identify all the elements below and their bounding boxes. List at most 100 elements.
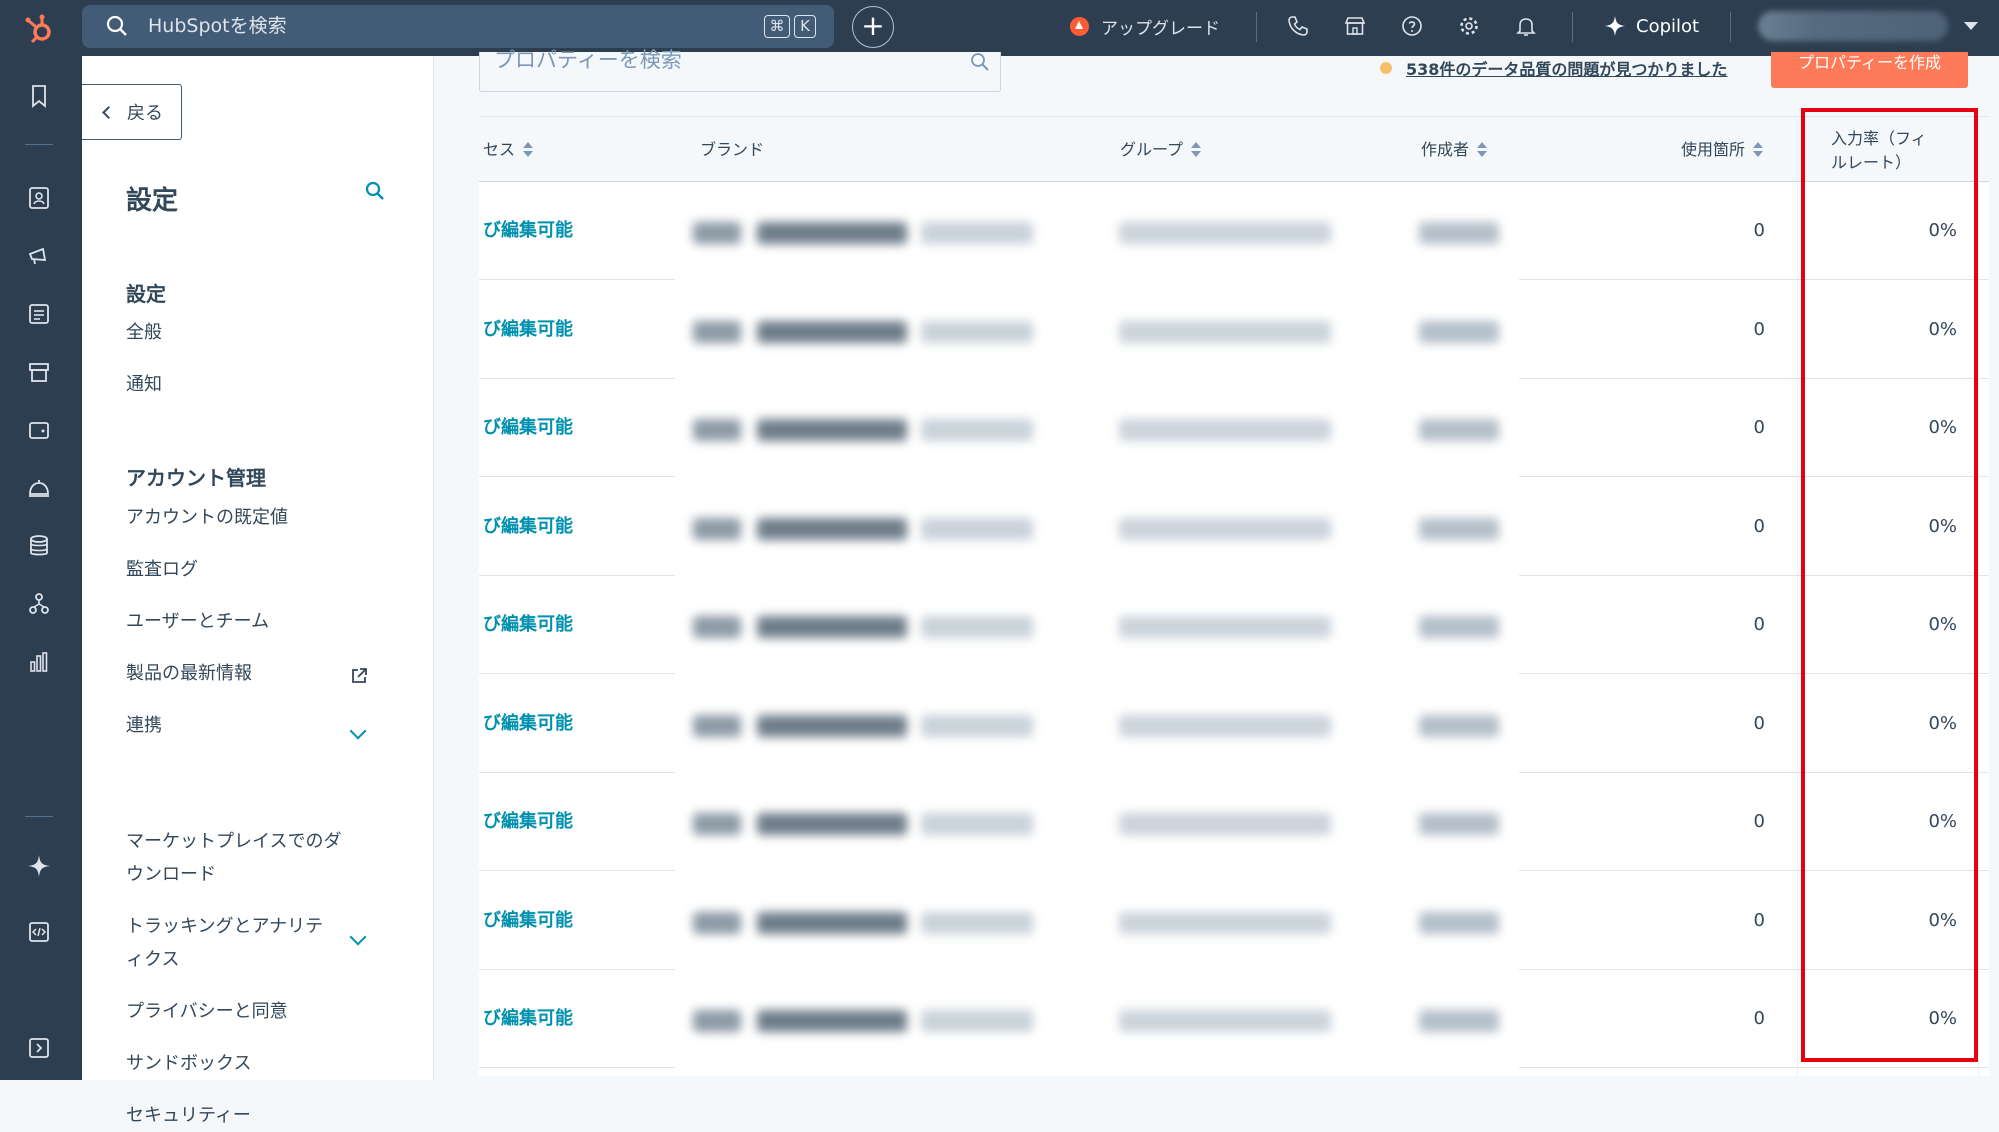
quick-create-button[interactable]: + (852, 6, 894, 48)
column-header-brand: ブランド (700, 117, 764, 183)
menu-item-sandboxes[interactable]: サンドボックス (126, 1048, 251, 1080)
shortcut-k-key: K (794, 15, 816, 38)
redacted-brand-name (757, 714, 907, 737)
service-bell-icon[interactable] (25, 474, 53, 502)
usage-count-cell: 0 (1753, 1008, 1765, 1029)
redacted-brand-name (757, 419, 907, 441)
redacted-creator (1419, 813, 1499, 835)
content-icon[interactable] (25, 300, 53, 328)
redacted-brand-detail (921, 813, 1033, 835)
access-cell[interactable]: び編集可能 (483, 182, 573, 280)
bookmarks-icon[interactable] (25, 82, 53, 110)
marketplace-icon[interactable] (1343, 14, 1367, 38)
table-row: び編集可能 0 0% (479, 478, 1989, 576)
redacted-group (1119, 911, 1331, 934)
section-heading-account-management: アカウント管理 (126, 466, 266, 490)
topbar-divider (1730, 12, 1731, 42)
main-navigation-rail (0, 56, 82, 1080)
menu-item-marketplace-downloads-line1[interactable]: マーケットプレイスでのダ (126, 826, 341, 858)
column-header-usage[interactable]: 使用箇所 (1681, 117, 1764, 183)
redacted-brand-name (757, 517, 907, 540)
menu-item-tracking-analytics-line2[interactable]: ィクス (126, 944, 179, 976)
help-icon[interactable] (1400, 14, 1424, 38)
account-menu-redacted[interactable] (1758, 11, 1948, 41)
create-property-button[interactable]: プロパティーを作成 (1771, 52, 1968, 88)
menu-item-privacy-consent[interactable]: プライバシーと同意 (126, 996, 288, 1028)
access-cell[interactable]: び編集可能 (483, 773, 573, 871)
menu-item-account-defaults[interactable]: アカウントの既定値 (126, 502, 288, 534)
redacted-creator (1419, 320, 1499, 343)
property-search-input[interactable]: プロパティーを検索 (479, 48, 1001, 92)
data-quality-link[interactable]: 538件のデータ品質の問題が見つかりました (1406, 56, 1727, 80)
column-header-access[interactable]: セス (483, 117, 534, 183)
breeze-sparkle-icon[interactable] (25, 852, 53, 880)
sort-icon (523, 142, 534, 158)
phone-icon[interactable] (1286, 14, 1310, 38)
contacts-icon[interactable] (25, 184, 53, 212)
property-search-placeholder: プロパティーを検索 (494, 48, 682, 72)
menu-item-integrations[interactable]: 連携 (126, 710, 162, 742)
account-chevron-down-icon[interactable] (1964, 22, 1978, 30)
copilot-button[interactable]: Copilot (1604, 0, 1699, 52)
redacted-group (1119, 320, 1331, 343)
redacted-group (1119, 616, 1331, 638)
menu-item-tracking-analytics-line1[interactable]: トラッキングとアナリテ (126, 911, 323, 943)
redacted-brand-name (757, 911, 907, 934)
table-row: び編集可能 0 0% (479, 576, 1989, 674)
menu-item-audit-log[interactable]: 監査ログ (126, 554, 198, 586)
redacted-brand-detail (921, 517, 1033, 540)
expand-sidebar-icon[interactable] (25, 1034, 53, 1062)
access-cell[interactable]: び編集可能 (483, 675, 573, 773)
usage-count-cell: 0 (1753, 909, 1765, 931)
external-link-icon (352, 668, 367, 683)
menu-item-marketplace-downloads-line2[interactable]: ウンロード (126, 859, 216, 891)
global-search-bar[interactable]: HubSpotを検索 ⌘ K (82, 5, 834, 48)
access-cell[interactable]: び編集可能 (483, 970, 573, 1068)
copilot-label: Copilot (1636, 15, 1700, 37)
chevron-down-icon[interactable] (349, 928, 367, 946)
redacted-brand-logo (693, 1010, 741, 1032)
redacted-brand-logo (693, 911, 741, 934)
menu-item-security[interactable]: セキュリティー (126, 1100, 251, 1132)
payments-wallet-icon[interactable] (25, 416, 53, 444)
upgrade-button[interactable]: アップグレード (1070, 0, 1220, 52)
automation-icon[interactable] (25, 590, 53, 618)
menu-item-notifications[interactable]: 通知 (126, 369, 162, 401)
access-cell[interactable]: び編集可能 (483, 576, 573, 674)
redacted-creator (1419, 616, 1499, 638)
column-header-group[interactable]: グループ (1120, 117, 1202, 183)
chevron-down-icon[interactable] (349, 722, 367, 740)
data-management-icon[interactable] (25, 532, 53, 560)
row-divider (1519, 1067, 1989, 1068)
settings-gear-icon[interactable] (1457, 14, 1481, 38)
redacted-group (1119, 517, 1331, 540)
column-header-creator[interactable]: 作成者 (1421, 117, 1488, 183)
redacted-creator (1419, 517, 1499, 540)
commerce-icon[interactable] (25, 358, 53, 386)
redacted-brand-logo (693, 616, 741, 638)
settings-search-icon[interactable] (364, 180, 386, 202)
table-row: び編集可能 0 0% (479, 675, 1989, 773)
redacted-creator (1419, 419, 1499, 441)
redacted-group (1119, 419, 1331, 441)
access-cell[interactable]: び編集可能 (483, 281, 573, 379)
settings-sidebar: 戻る 設定 設定 全般 通知 アカウント管理 アカウントの既定値 監査ログ ユー… (82, 56, 434, 1126)
menu-item-product-updates[interactable]: 製品の最新情報 (126, 658, 252, 690)
marketing-megaphone-icon[interactable] (25, 242, 53, 270)
back-button[interactable]: 戻る (82, 84, 182, 140)
search-icon (106, 15, 127, 36)
developer-code-icon[interactable] (25, 918, 53, 946)
sort-icon (1753, 142, 1764, 158)
access-cell[interactable]: び編集可能 (483, 379, 573, 477)
redacted-brand-name (757, 222, 907, 244)
menu-item-users-and-teams[interactable]: ユーザーとチーム (126, 606, 269, 638)
access-cell[interactable]: び編集可能 (483, 872, 573, 970)
reporting-chart-icon[interactable] (25, 648, 53, 676)
menu-item-general[interactable]: 全般 (126, 317, 162, 349)
hubspot-logo-icon[interactable] (22, 10, 58, 46)
redacted-brand-detail (921, 320, 1033, 343)
table-header: セス ブランド グループ 作成者 使用箇所 入力率（フィ ルレート） (479, 116, 1989, 182)
access-cell[interactable]: び編集可能 (483, 478, 573, 576)
redacted-brand-logo (693, 714, 741, 737)
notifications-bell-icon[interactable] (1514, 14, 1538, 38)
